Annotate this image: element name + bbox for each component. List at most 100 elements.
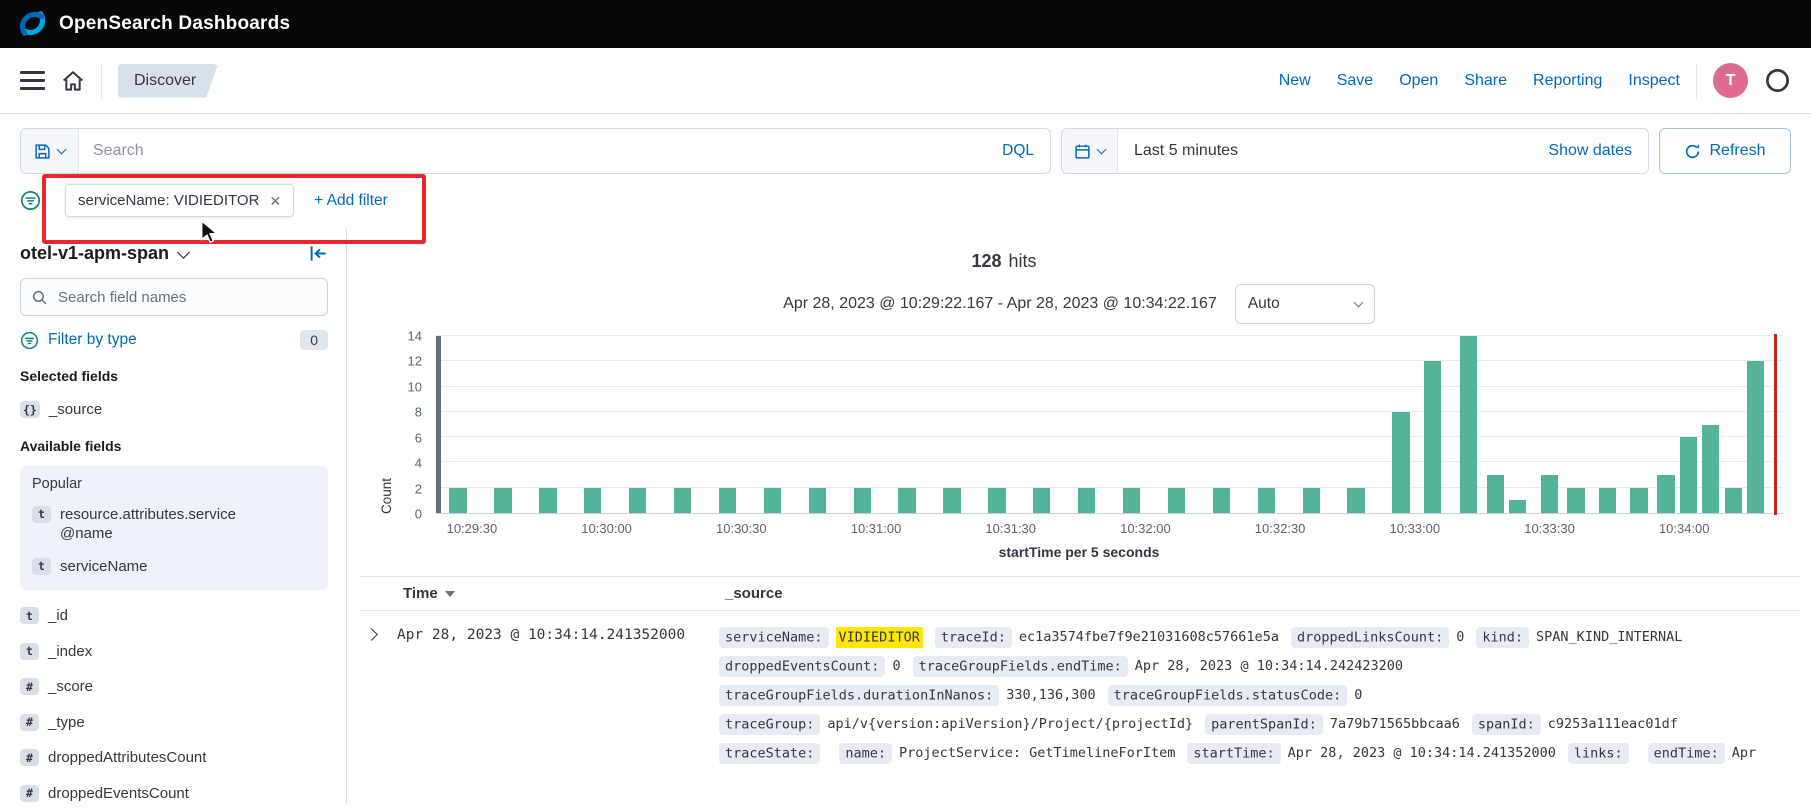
histogram-bar[interactable]: [1630, 488, 1647, 513]
field-item[interactable]: # droppedEventsCount: [20, 784, 328, 804]
nav-action[interactable]: Share: [1464, 72, 1507, 90]
refresh-button[interactable]: Refresh: [1659, 128, 1791, 174]
histogram-bar[interactable]: [943, 488, 960, 513]
histogram-bar[interactable]: [898, 488, 915, 513]
histogram-bar[interactable]: [1213, 488, 1230, 513]
histogram-bar[interactable]: [1033, 488, 1050, 513]
nav-action[interactable]: Open: [1399, 72, 1438, 90]
histogram-bar[interactable]: [1747, 361, 1764, 513]
avatar[interactable]: T: [1713, 63, 1748, 98]
histogram-bar[interactable]: [1599, 488, 1616, 513]
current-time-marker: [1774, 334, 1777, 515]
field-item[interactable]: t _id: [20, 606, 328, 626]
filter-by-type[interactable]: Filter by type 0: [20, 330, 328, 350]
source-field-key: name:: [839, 743, 892, 764]
calendar-button[interactable]: [1062, 129, 1118, 173]
histogram-bar[interactable]: [854, 488, 871, 513]
home-icon[interactable]: [61, 69, 85, 93]
histogram-bar[interactable]: [1509, 500, 1526, 513]
field-item[interactable]: t resource.attributes.service@name: [32, 505, 316, 544]
nav-action[interactable]: New: [1279, 72, 1311, 90]
popular-fields-section: Popular t resource.attributes.service@na…: [20, 466, 328, 591]
gridline: [436, 461, 1783, 462]
time-header-label: Time: [403, 585, 438, 602]
x-tick-label: 10:30:30: [716, 521, 767, 536]
histogram-bar[interactable]: [1078, 488, 1095, 513]
nav-action[interactable]: Inspect: [1628, 72, 1680, 90]
field-item[interactable]: # _score: [20, 677, 328, 697]
histogram-bar[interactable]: [1258, 488, 1275, 513]
breadcrumb[interactable]: Discover: [118, 64, 218, 98]
hits-count: 128: [971, 251, 1001, 272]
documents-table: Time _source Apr 28, 2023 @ 10:34:14.241…: [359, 576, 1801, 782]
histogram-bar[interactable]: [719, 488, 736, 513]
source-field-key: traceGroupFields.statusCode:: [1108, 685, 1348, 706]
histogram-bar[interactable]: [629, 488, 646, 513]
date-picker: Last 5 minutes Show dates: [1061, 128, 1649, 174]
source-field: links:: [1568, 745, 1636, 761]
histogram-bar[interactable]: [539, 488, 556, 513]
query-language-button[interactable]: DQL: [986, 142, 1050, 160]
x-tick-label: 10:31:00: [851, 521, 902, 536]
table-row: Apr 28, 2023 @ 10:34:14.241352000 servic…: [359, 611, 1801, 782]
field-item[interactable]: t serviceName: [32, 557, 316, 577]
histogram-bar[interactable]: [988, 488, 1005, 513]
field-type-icon: t: [20, 643, 39, 660]
search-input[interactable]: [79, 142, 986, 160]
nav-action[interactable]: Save: [1337, 72, 1373, 90]
menu-icon[interactable]: [20, 71, 45, 90]
histogram-bar[interactable]: [1680, 437, 1697, 513]
show-dates-button[interactable]: Show dates: [1532, 142, 1648, 160]
histogram-bar[interactable]: [1567, 488, 1584, 513]
histogram-bar[interactable]: [1168, 488, 1185, 513]
source-field: traceGroupFields.durationInNanos:330,136…: [719, 687, 1096, 703]
source-field: parentSpanId:7a79b71565bbcaa6: [1205, 716, 1460, 732]
field-type-icon: t: [32, 558, 51, 575]
histogram-bar[interactable]: [449, 488, 466, 513]
field-item[interactable]: # _type: [20, 713, 328, 733]
x-tick-label: 10:34:00: [1659, 521, 1710, 536]
histogram-bar[interactable]: [1424, 361, 1441, 513]
gridline: [436, 335, 1783, 336]
histogram-bar[interactable]: [584, 488, 601, 513]
expand-row-icon[interactable]: [367, 623, 397, 639]
field-search-input[interactable]: [56, 288, 317, 307]
field-type-icon: #: [20, 714, 39, 731]
chevron-down-icon: [1097, 145, 1107, 155]
histogram-bar[interactable]: [1303, 488, 1320, 513]
histogram-bar[interactable]: [1657, 475, 1674, 513]
hits-summary: 128 hits: [349, 251, 1659, 272]
time-column-header[interactable]: Time: [403, 585, 725, 602]
histogram-bar[interactable]: [494, 488, 511, 513]
histogram-bar[interactable]: [1347, 488, 1364, 513]
interval-value: Auto: [1248, 295, 1280, 313]
filter-pill[interactable]: serviceName: VIDIEDITOR: [65, 184, 294, 217]
filter-menu-icon[interactable]: [20, 190, 41, 211]
histogram-bar[interactable]: [1702, 425, 1719, 514]
source-field: endTime:Apr: [1648, 745, 1756, 761]
histogram-bar[interactable]: [809, 488, 826, 513]
histogram-bar[interactable]: [1123, 488, 1140, 513]
histogram-bar[interactable]: [1392, 412, 1409, 513]
collapse-sidebar-icon[interactable]: [309, 244, 328, 263]
field-item[interactable]: t _index: [20, 642, 328, 662]
appearance-icon[interactable]: [1764, 67, 1791, 94]
saved-query-button[interactable]: [21, 129, 79, 173]
interval-select[interactable]: Auto: [1235, 284, 1375, 324]
nav-actions: New Save Open Share Reporting Inspect: [1279, 72, 1680, 90]
selected-fields-list: {} _source: [20, 400, 328, 420]
add-filter-button[interactable]: + Add filter: [314, 192, 388, 210]
histogram-bar[interactable]: [764, 488, 781, 513]
field-item[interactable]: {} _source: [20, 400, 328, 420]
index-pattern-select[interactable]: otel-v1-apm-span: [20, 243, 188, 264]
histogram-bar[interactable]: [1541, 475, 1558, 513]
field-item[interactable]: # droppedAttributesCount: [20, 748, 328, 768]
histogram-bar[interactable]: [1725, 488, 1742, 513]
close-icon[interactable]: [269, 194, 281, 208]
histogram-bar[interactable]: [1487, 475, 1504, 513]
nav-action[interactable]: Reporting: [1533, 72, 1602, 90]
refresh-label: Refresh: [1709, 142, 1765, 160]
time-range-value[interactable]: Last 5 minutes: [1118, 142, 1254, 160]
histogram-bar[interactable]: [1460, 336, 1477, 513]
histogram-bar[interactable]: [674, 488, 691, 513]
